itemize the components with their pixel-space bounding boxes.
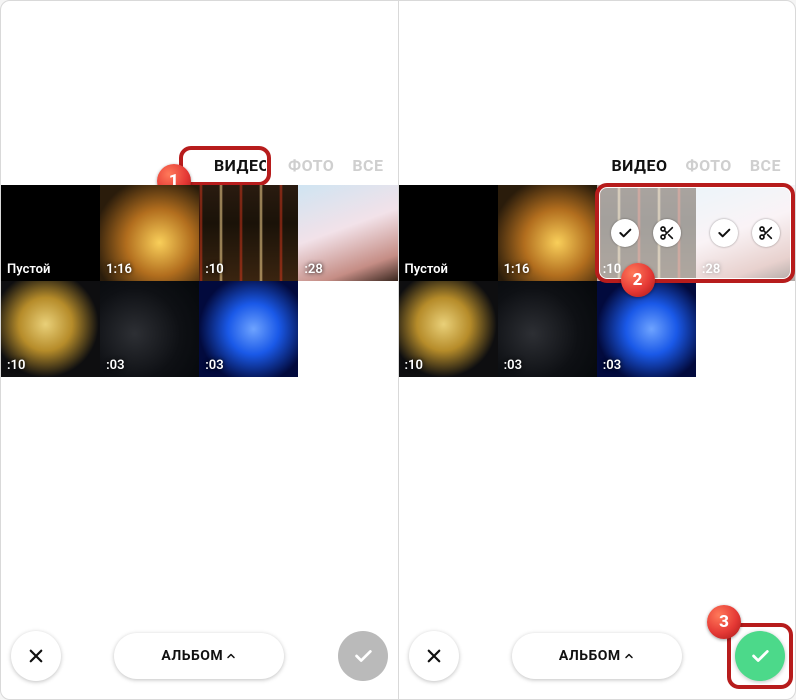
- media-tile[interactable]: :10: [1, 281, 100, 377]
- check-icon: [749, 645, 771, 667]
- media-tabs: ВИДЕО ФОТО ВСЕ: [399, 156, 796, 185]
- media-tile[interactable]: :10: [597, 185, 696, 281]
- status-gap: [399, 1, 796, 156]
- tab-photo[interactable]: ФОТО: [288, 156, 334, 175]
- scissors-icon: [758, 225, 774, 241]
- duration-label: :10: [205, 262, 223, 277]
- duration-label: :10: [7, 358, 25, 373]
- media-tile[interactable]: :28: [298, 185, 397, 281]
- media-tile[interactable]: :10: [199, 185, 298, 281]
- screen-right: ВИДЕО ФОТО ВСЕ Пустой1:16:10:28:10:03:03…: [398, 1, 796, 699]
- check-icon: [352, 645, 374, 667]
- check-icon: [716, 225, 732, 241]
- media-grid: Пустой1:16:10:28:10:03:03 2: [399, 185, 796, 377]
- album-button[interactable]: АЛЬБОМ: [512, 633, 682, 679]
- confirm-selection-button[interactable]: [611, 219, 639, 247]
- album-label: АЛЬБОМ: [161, 648, 223, 664]
- trim-button[interactable]: [752, 219, 780, 247]
- confirm-button-disabled: [338, 631, 388, 681]
- media-tile[interactable]: :03: [100, 281, 199, 377]
- selected-overlay: [597, 185, 696, 281]
- bottom-bar: АЛЬБОМ: [1, 617, 398, 699]
- media-tile[interactable]: 1:16: [100, 185, 199, 281]
- scissors-icon: [659, 225, 675, 241]
- duration-label: 1:16: [504, 262, 530, 277]
- chevron-up-icon: [225, 650, 237, 662]
- duration-label: :28: [304, 262, 322, 277]
- tab-video[interactable]: ВИДЕО: [611, 156, 667, 175]
- cancel-button[interactable]: [409, 631, 459, 681]
- tab-all[interactable]: ВСЕ: [352, 156, 383, 175]
- duration-label: :03: [603, 358, 621, 373]
- album-label: АЛЬБОМ: [559, 648, 621, 664]
- tab-all[interactable]: ВСЕ: [750, 156, 781, 175]
- check-icon: [617, 225, 633, 241]
- media-tile[interactable]: :28: [696, 185, 795, 281]
- album-button[interactable]: АЛЬБОМ: [114, 633, 284, 679]
- selected-overlay: [696, 185, 795, 281]
- comparison-frame: ВИДЕО ФОТО ВСЕ 1 Пустой1:16:10:28:10:03:…: [0, 0, 796, 700]
- media-tile[interactable]: :03: [199, 281, 298, 377]
- media-tile[interactable]: Пустой: [1, 185, 100, 281]
- confirm-button[interactable]: [735, 631, 785, 681]
- bottom-bar: АЛЬБОМ 3: [399, 617, 796, 699]
- duration-label: :03: [106, 358, 124, 373]
- trim-button[interactable]: [653, 219, 681, 247]
- media-tile[interactable]: Пустой: [399, 185, 498, 281]
- screen-left: ВИДЕО ФОТО ВСЕ 1 Пустой 1:16 :10 :28 :10 :03:…: [1, 1, 398, 699]
- media-grid: Пустой 1:16 :10 :28 :10 :03 :03: [1, 185, 398, 377]
- close-icon: [425, 647, 443, 665]
- media-tile[interactable]: :03: [498, 281, 597, 377]
- media-tile[interactable]: :03: [597, 281, 696, 377]
- duration-label: :10: [405, 358, 423, 373]
- media-tile[interactable]: :10: [399, 281, 498, 377]
- tab-video[interactable]: ВИДЕО: [214, 156, 270, 175]
- media-tabs: ВИДЕО ФОТО ВСЕ 1: [1, 156, 398, 185]
- duration-label: :03: [504, 358, 522, 373]
- close-icon: [27, 647, 45, 665]
- confirm-selection-button[interactable]: [710, 219, 738, 247]
- callout-badge-3: 3: [707, 605, 741, 639]
- tab-photo[interactable]: ФОТО: [686, 156, 732, 175]
- media-tile[interactable]: 1:16: [498, 185, 597, 281]
- duration-label: Пустой: [405, 262, 448, 277]
- cancel-button[interactable]: [11, 631, 61, 681]
- duration-label: :03: [205, 358, 223, 373]
- status-gap: [1, 1, 398, 156]
- chevron-up-icon: [623, 650, 635, 662]
- duration-label: 1:16: [106, 262, 132, 277]
- duration-label: Пустой: [7, 262, 50, 277]
